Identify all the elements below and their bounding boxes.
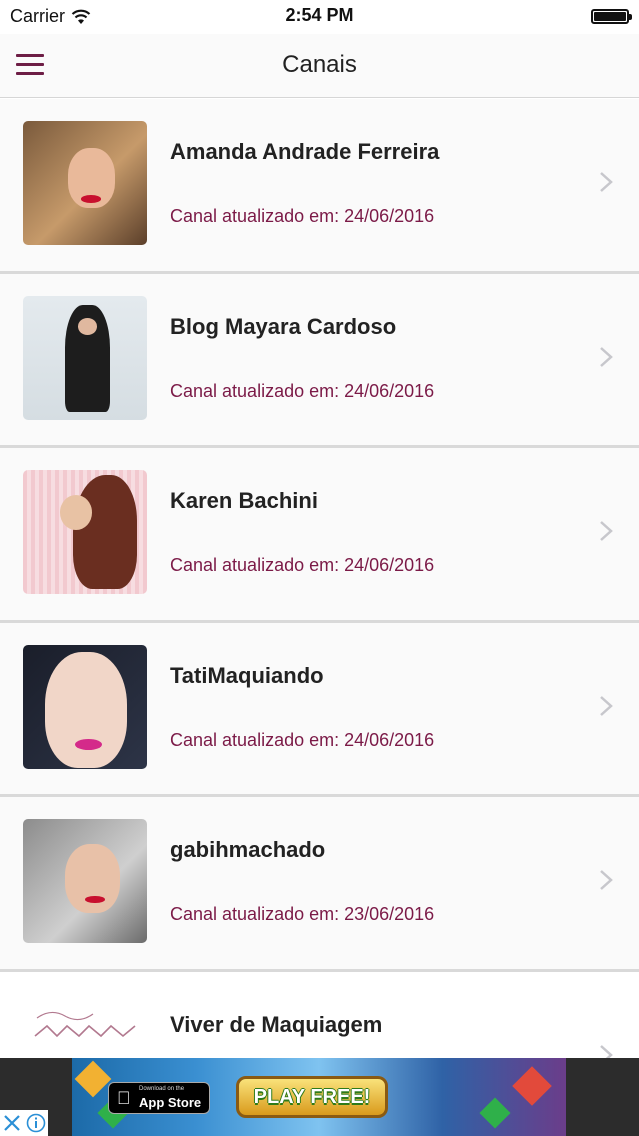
chevron-right-icon — [600, 521, 613, 541]
channel-updated: Canal atualizado em: 24/06/2016 — [170, 729, 435, 750]
channel-row[interactable]: gabihmachado Canal atualizado em: 23/06/… — [0, 797, 639, 972]
channel-avatar — [23, 644, 147, 769]
status-bar: Carrier 2:54 PM — [0, 0, 639, 34]
page-title: Canais — [282, 51, 357, 78]
chevron-right-icon — [600, 695, 613, 716]
chevron-right-icon — [600, 172, 613, 192]
channel-updated: Canal atualizado em: 24/06/2016 — [170, 555, 435, 575]
ad-banner[interactable]:  Download on the App Store PLAY FREE! — [0, 1058, 639, 1136]
channel-row[interactable]: TatiMaquiando Canal atualizado em: 24/06… — [0, 622, 639, 797]
channel-avatar — [23, 819, 147, 943]
app-store-label: App Store — [139, 1095, 202, 1110]
channel-row[interactable]: Amanda Andrade Ferreira Canal atualizado… — [0, 99, 639, 274]
channel-avatar — [23, 295, 147, 420]
play-free-label: PLAY FREE! — [253, 1085, 371, 1108]
apple-icon:  — [117, 1088, 131, 1109]
channel-name: Amanda Andrade Ferreira — [170, 139, 440, 164]
channel-name: gabihmachado — [170, 837, 326, 862]
navigation-bar: Canais — [0, 34, 639, 98]
channel-updated: Canal atualizado em: 24/06/2016 — [170, 206, 435, 226]
app-store-badge[interactable]:  Download on the App Store — [108, 1082, 210, 1114]
chevron-right-icon — [600, 346, 613, 367]
channel-updated: Canal atualizado em: 23/06/2016 — [170, 904, 435, 924]
chevron-right-icon — [600, 870, 613, 890]
channel-updated: Canal atualizado em: 24/06/2016 — [170, 380, 435, 401]
channel-avatar — [23, 470, 147, 594]
battery-icon — [591, 9, 632, 24]
channel-row[interactable]: Blog Mayara Cardoso Canal atualizado em:… — [0, 273, 639, 448]
channel-name: Blog Mayara Cardoso — [170, 313, 397, 339]
channel-name: Karen Bachini — [170, 488, 318, 513]
app-store-small-text: Download on the — [139, 1086, 185, 1092]
ad-info-icon[interactable] — [24, 1110, 48, 1136]
status-time: 2:54 PM — [285, 5, 354, 25]
channel-name: Viver de Maquiagem — [170, 1011, 383, 1037]
channel-name: TatiMaquiando — [170, 662, 324, 688]
play-free-button[interactable]: PLAY FREE! — [236, 1076, 388, 1118]
channel-logo-image — [34, 1011, 136, 1037]
channel-list: Amanda Andrade Ferreira Canal atualizado… — [0, 99, 639, 1136]
channel-avatar — [23, 121, 147, 245]
ad-close-icon[interactable] — [0, 1110, 24, 1136]
channel-row[interactable]: Karen Bachini Canal atualizado em: 24/06… — [0, 448, 639, 623]
